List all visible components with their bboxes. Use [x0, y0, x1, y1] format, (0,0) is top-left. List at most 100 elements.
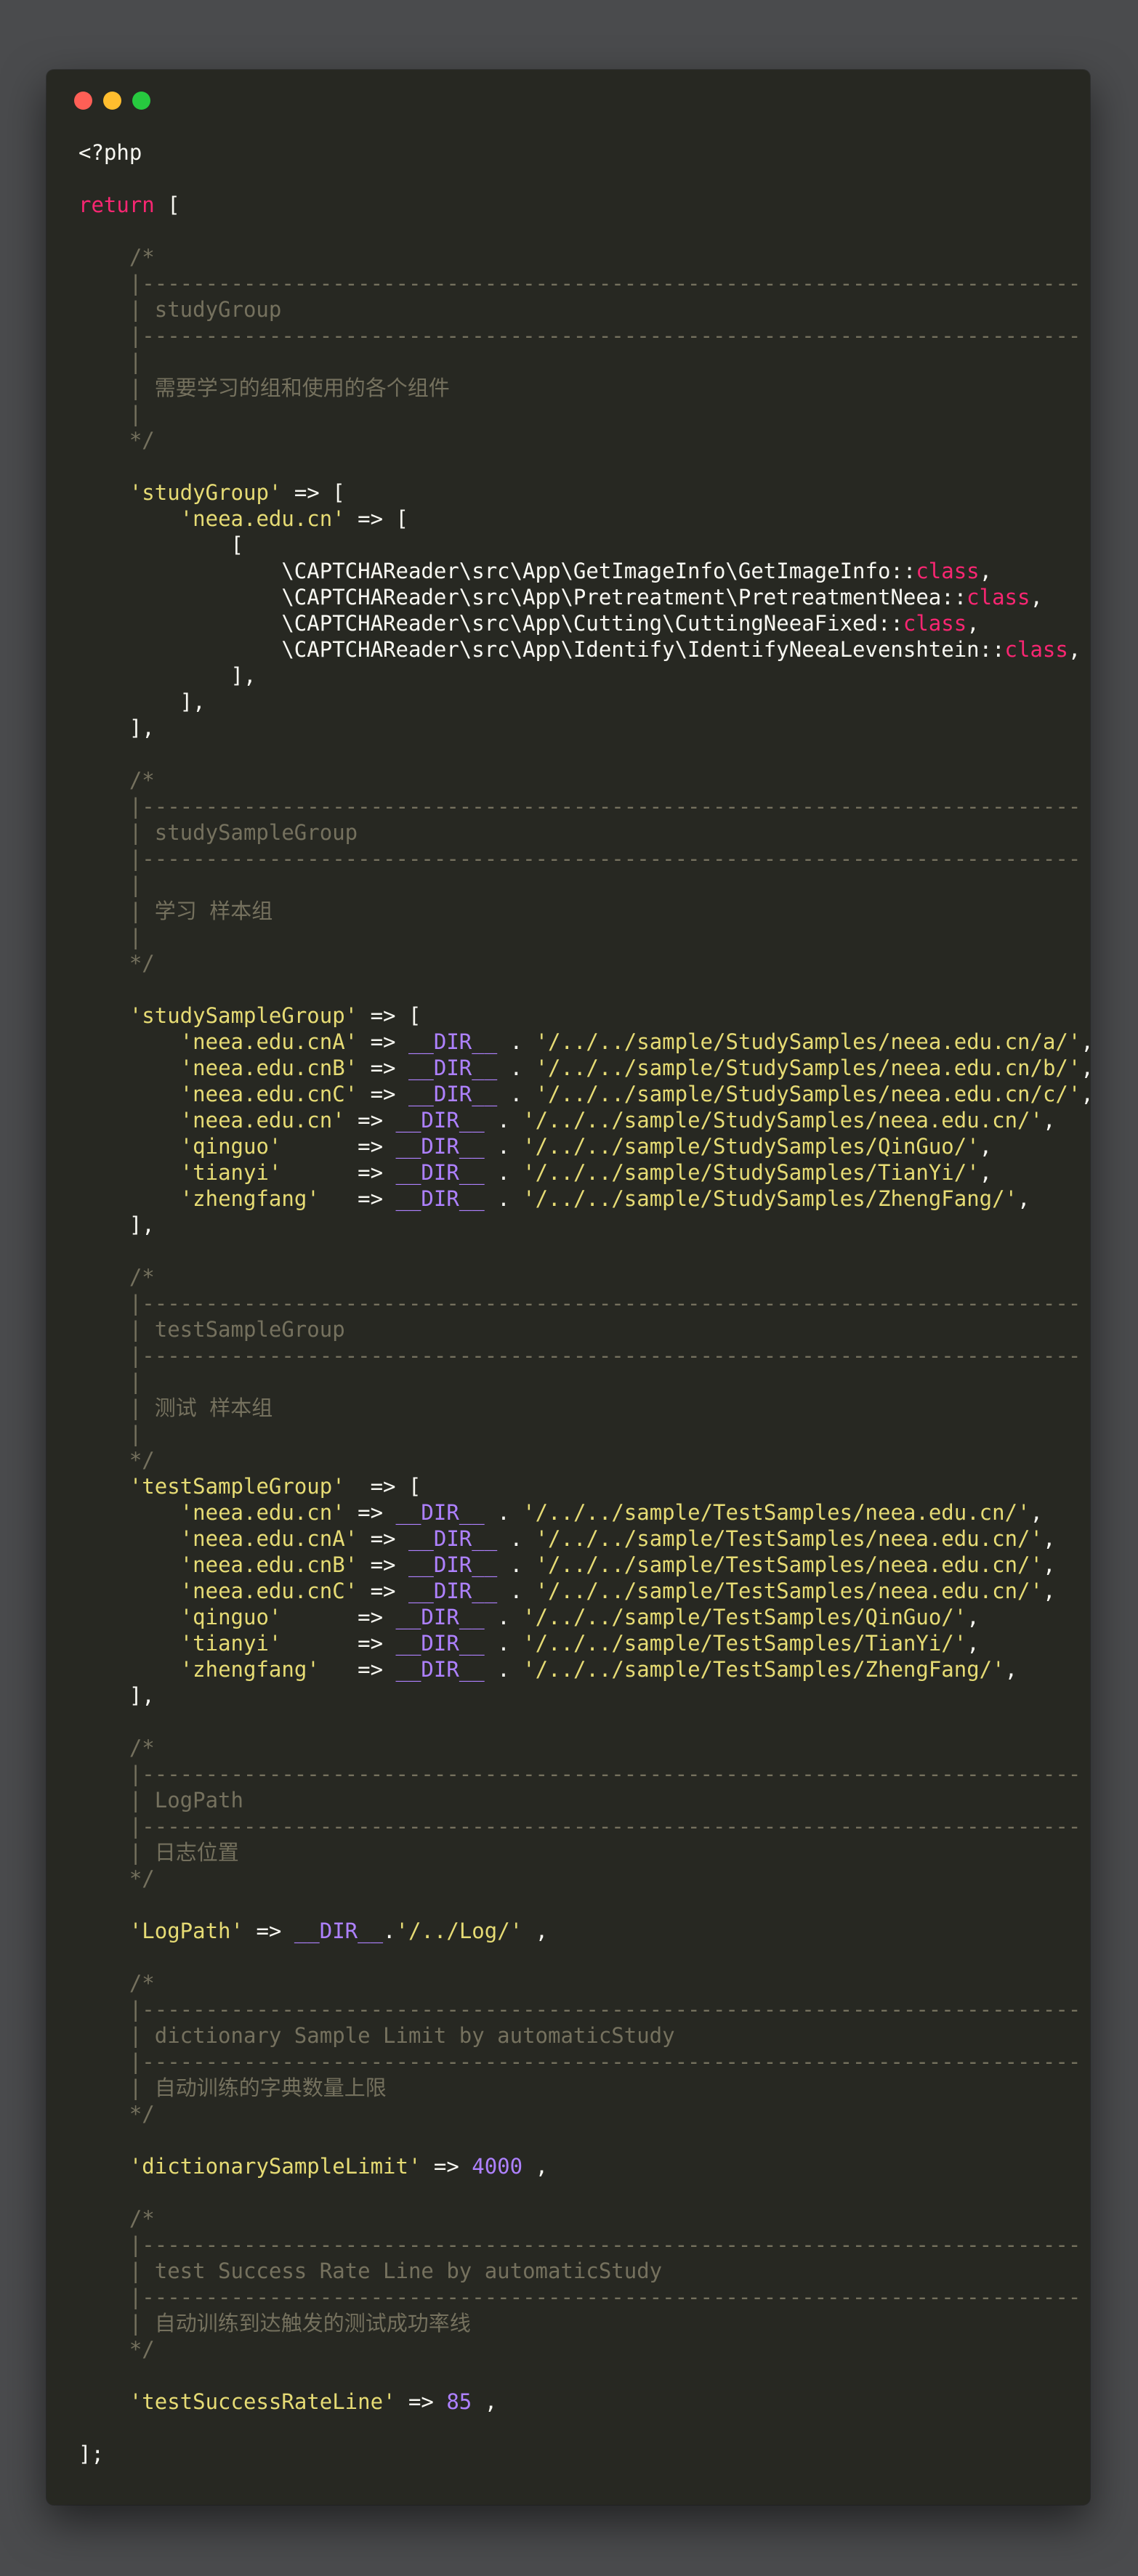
- string-token: '/../../sample/TestSamples/neea.edu.cn/': [522, 1500, 1030, 1525]
- code-line: | 日志位置: [78, 1839, 1094, 1866]
- string-token: '/../../sample/TestSamples/ZhengFang/': [522, 1657, 1005, 1682]
- code-line: 'neea.edu.cn' => __DIR__ . '/../../sampl…: [78, 1499, 1094, 1526]
- code-line: |---------------------------------------…: [78, 2284, 1094, 2310]
- string-token: 'zhengfang': [179, 1186, 320, 1211]
- comment-token: /*: [78, 245, 155, 270]
- code-line: /*: [78, 1264, 1094, 1290]
- code-line: */: [78, 2336, 1094, 2362]
- code-token: \CAPTCHAReader\src\App\Pretreatment\Pret…: [78, 585, 967, 609]
- code-token: ,: [1030, 585, 1043, 609]
- comment-token: */: [78, 951, 155, 976]
- code-token: =>: [395, 2389, 447, 2414]
- code-line: <?php: [78, 139, 1094, 166]
- code-token: ,: [967, 611, 980, 636]
- code-token: ],: [78, 689, 206, 714]
- code-token: <?php: [78, 140, 142, 165]
- code-token: .: [484, 1160, 523, 1185]
- code-token: .: [484, 1657, 523, 1682]
- code-token: .: [497, 1526, 536, 1551]
- constant-token: __DIR__: [395, 1605, 485, 1629]
- code-line: 'dictionarySampleLimit' => 4000 ,: [78, 2153, 1094, 2179]
- keyword-token: class: [1004, 637, 1068, 662]
- constant-token: __DIR__: [395, 1500, 485, 1525]
- code-line: */: [78, 2101, 1094, 2127]
- code-line: |: [78, 401, 1094, 427]
- code-line: |: [78, 349, 1094, 375]
- code-line: |---------------------------------------…: [78, 323, 1094, 349]
- code-line: 'LogPath' => __DIR__.'/../Log/' ,: [78, 1918, 1094, 1944]
- code-line: /*: [78, 244, 1094, 270]
- code-line: 'testSuccessRateLine' => 85 ,: [78, 2389, 1094, 2415]
- code-line: \CAPTCHAReader\src\App\Pretreatment\Pret…: [78, 584, 1094, 610]
- code-token: ,: [1017, 1186, 1030, 1211]
- code-token: =>: [358, 1552, 408, 1577]
- comment-token: | 学习 样本组: [78, 899, 273, 923]
- close-dot-icon[interactable]: [74, 92, 92, 110]
- code-token: ];: [78, 2442, 104, 2466]
- comment-token: |---------------------------------------…: [78, 2049, 1081, 2074]
- comment-token: |---------------------------------------…: [78, 1291, 1081, 1316]
- string-token: 'neea.edu.cnA': [179, 1526, 358, 1551]
- code-line: ],: [78, 663, 1094, 689]
- string-token: '/../../sample/TestSamples/neea.edu.cn/': [535, 1526, 1043, 1551]
- comment-token: /*: [78, 1971, 155, 1996]
- code-line: 'studyGroup' => [: [78, 479, 1094, 506]
- code-token: ,: [1042, 1526, 1056, 1551]
- code-token: ,: [1081, 1056, 1094, 1080]
- string-token: 'neea.edu.cn': [179, 1108, 345, 1133]
- string-token: 'neea.edu.cnB': [179, 1552, 358, 1577]
- maximize-dot-icon[interactable]: [132, 92, 150, 110]
- code-token: ,: [967, 1605, 980, 1629]
- code-line: | 学习 样本组: [78, 898, 1094, 924]
- code-token: .: [497, 1579, 536, 1603]
- code-token: => [: [281, 480, 345, 505]
- code-line: | 需要学习的组和使用的各个组件: [78, 375, 1094, 401]
- code-token: ],: [78, 716, 155, 740]
- constant-token: __DIR__: [395, 1160, 485, 1185]
- code-line: */: [78, 1447, 1094, 1473]
- code-token: =>: [281, 1631, 396, 1656]
- code-token: ,: [1004, 1657, 1018, 1682]
- code-token: =>: [281, 1160, 396, 1185]
- string-token: '/../../sample/TestSamples/QinGuo/': [522, 1605, 967, 1629]
- code-line: |---------------------------------------…: [78, 1761, 1094, 1787]
- code-token: ,: [1042, 1579, 1056, 1603]
- code-token: .: [484, 1108, 523, 1133]
- code-line: /*: [78, 767, 1094, 793]
- comment-token: */: [78, 2337, 155, 2362]
- comment-token: |---------------------------------------…: [78, 2232, 1081, 2257]
- constant-token: __DIR__: [408, 1552, 498, 1577]
- comment-token: |---------------------------------------…: [78, 2285, 1081, 2309]
- code-line: 'neea.edu.cnA' => __DIR__ . '/../../samp…: [78, 1526, 1094, 1552]
- code-token: =>: [319, 1657, 396, 1682]
- string-token: 'LogPath': [129, 1919, 243, 1943]
- comment-token: |---------------------------------------…: [78, 846, 1081, 871]
- code-line: 'neea.edu.cnC' => __DIR__ . '/../../samp…: [78, 1578, 1094, 1604]
- constant-token: __DIR__: [408, 1029, 498, 1054]
- code-token: [: [154, 193, 180, 217]
- comment-token: | test Success Rate Line by automaticStu…: [78, 2259, 663, 2283]
- code-token: =>: [421, 2154, 472, 2179]
- code-line: 'zhengfang' => __DIR__ . '/../../sample/…: [78, 1186, 1094, 1212]
- code-token: .: [484, 1605, 523, 1629]
- code-token: ,: [1042, 1552, 1056, 1577]
- code-line: 'tianyi' => __DIR__ . '/../../sample/Tes…: [78, 1630, 1094, 1656]
- string-token: 'neea.edu.cn': [179, 506, 345, 531]
- string-token: 'qinguo': [179, 1605, 282, 1629]
- code-line: 'qinguo' => __DIR__ . '/../../sample/Stu…: [78, 1133, 1094, 1159]
- string-token: 'studySampleGroup': [129, 1003, 358, 1028]
- minimize-dot-icon[interactable]: [103, 92, 121, 110]
- code-line: 'testSampleGroup' => [: [78, 1473, 1094, 1499]
